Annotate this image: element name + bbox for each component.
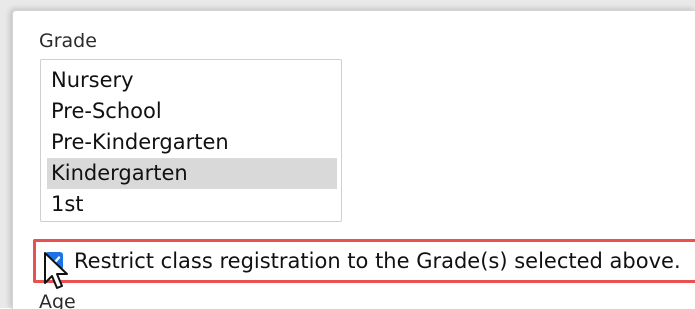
restrict-registration-label[interactable]: Restrict class registration to the Grade… (74, 248, 681, 274)
grade-option-nursery[interactable]: Nursery (47, 65, 337, 96)
grade-listbox[interactable]: Nursery Pre-School Pre-Kindergarten Kind… (40, 59, 342, 222)
check-icon (47, 256, 61, 267)
screenshot-frame: Grade Nursery Pre-School Pre-Kindergarte… (0, 0, 695, 309)
grade-option-kindergarten[interactable]: Kindergarten (47, 158, 337, 189)
grade-option-pre-kindergarten[interactable]: Pre-Kindergarten (47, 127, 337, 158)
grade-settings-panel: Grade Nursery Pre-School Pre-Kindergarte… (12, 10, 695, 309)
age-label: Age (39, 291, 76, 309)
restrict-registration-highlight: Restrict class registration to the Grade… (33, 239, 695, 283)
restrict-registration-checkbox[interactable] (45, 252, 63, 270)
grade-option-1st[interactable]: 1st (47, 189, 337, 220)
grade-label: Grade (39, 30, 97, 52)
grade-option-pre-school[interactable]: Pre-School (47, 96, 337, 127)
